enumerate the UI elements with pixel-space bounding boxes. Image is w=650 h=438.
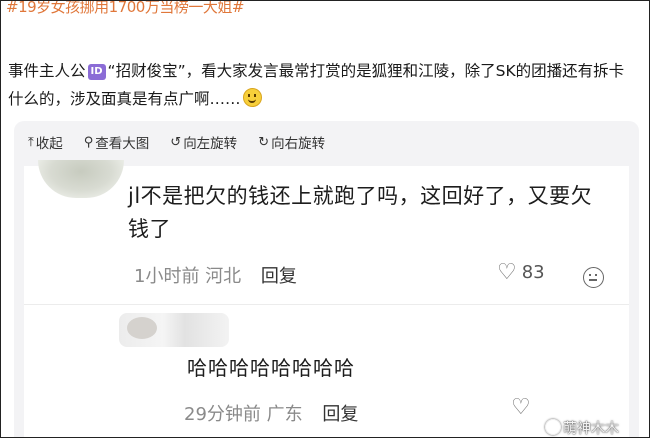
smile-emoji-icon	[242, 88, 262, 107]
view-large-button[interactable]: ⚲ 查看大图	[83, 132, 150, 153]
rotate-right-button[interactable]: ↻ 向右旋转	[258, 132, 326, 153]
rotate-left-label: 向左旋转	[183, 136, 238, 152]
comment-time: 1小时前	[134, 266, 200, 287]
comment-location: 河北	[205, 266, 242, 287]
arrow-up-icon: ⤒	[28, 134, 34, 150]
like-button[interactable]: ♡ 83	[497, 259, 545, 285]
rotate-right-icon: ↻	[258, 134, 270, 150]
heart-icon: ♡	[497, 259, 517, 285]
reply-button[interactable]: 回复	[261, 266, 297, 287]
magnifier-icon: ⚲	[83, 134, 94, 150]
watermark: 萌神木木	[545, 418, 619, 437]
reply-avatar	[127, 317, 157, 339]
comment-meta: 1小时前 河北 回复	[134, 262, 297, 288]
rotate-right-label: 向右旋转	[271, 136, 326, 152]
comment-screenshot: jl不是把欠的钱还上就跑了吗，这回好了，又要欠钱了 1小时前 河北 回复 ♡ 8…	[24, 160, 629, 437]
image-toolbar: ⤒ 收起 ⚲ 查看大图 ↺ 向左旋转 ↻ 向右旋转	[28, 131, 346, 153]
rotate-left-icon: ↺	[170, 134, 182, 150]
collapse-label: 收起	[35, 136, 63, 152]
watermark-logo-icon	[545, 419, 561, 435]
commenter-avatar	[38, 160, 124, 198]
watermark-text: 萌神木木	[563, 421, 619, 437]
rotate-left-button[interactable]: ↺ 向左旋转	[170, 132, 238, 153]
id-badge-icon: ID	[87, 64, 106, 80]
post-body: 事件主人公 ID “招财俊宝”，看大家发言最常打赏的是狐狸和江陵，除了SK的团播还有…	[8, 57, 638, 113]
post-text-part1: 事件主人公	[8, 62, 86, 80]
emoji-reaction-icon[interactable]	[583, 267, 604, 288]
reply-text: 哈哈哈哈哈哈哈哈	[187, 356, 355, 380]
view-large-label: 查看大图	[95, 136, 150, 152]
reply-meta: 29分钟前 广东 回复	[184, 400, 358, 426]
reply-time: 29分钟前	[184, 404, 261, 425]
image-panel: ⤒ 收起 ⚲ 查看大图 ↺ 向左旋转 ↻ 向右旋转 jl不是把欠的钱还上就跑了吗…	[14, 121, 639, 437]
reply-like-button[interactable]: ♡	[511, 395, 536, 420]
reply-reply-button[interactable]: 回复	[322, 404, 358, 425]
heart-icon: ♡	[511, 395, 531, 420]
topic-hashtag[interactable]: #19岁女孩挪用1700万当榜一大姐#	[6, 1, 244, 17]
reply-location: 广东	[266, 404, 303, 425]
page-frame: #19岁女孩挪用1700万当榜一大姐# 事件主人公 ID “招财俊宝”，看大家发言最…	[0, 0, 650, 438]
comment-divider	[24, 304, 629, 305]
like-count: 83	[521, 262, 545, 283]
comment-text: jl不是把欠的钱还上就跑了吗，这回好了，又要欠钱了	[128, 184, 593, 241]
collapse-button[interactable]: ⤒ 收起	[28, 132, 63, 153]
